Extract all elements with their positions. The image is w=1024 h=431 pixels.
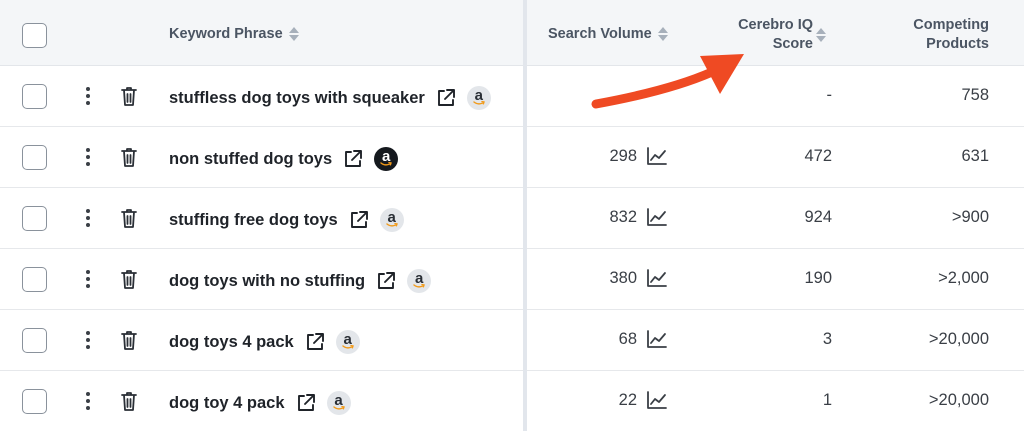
keyword-text: stuffless dog toys with squeaker <box>169 88 425 107</box>
amazon-icon[interactable]: a <box>374 147 399 171</box>
cerebro-iq-label-line2: Score <box>772 36 813 52</box>
trend-chart-icon[interactable] <box>646 268 668 288</box>
external-link-icon[interactable] <box>342 148 364 170</box>
row-checkbox[interactable] <box>22 206 47 231</box>
search-volume-value: 22 <box>618 391 637 409</box>
keyword-cell: dog toy 4 pack a <box>169 391 351 415</box>
trash-icon[interactable] <box>119 268 139 290</box>
competing-label-line1: Competing <box>913 17 989 33</box>
cerebro-iq-label-line1: Cerebro IQ <box>738 17 813 33</box>
table-row: non stuffed dog toys a 298 472 631 <box>0 127 1024 188</box>
competing-products-value: >20,000 <box>928 391 989 409</box>
keyword-table: Keyword Phrase Search Volume Cerebro IQ … <box>0 0 1024 431</box>
external-link-icon[interactable] <box>435 87 457 109</box>
keyword-text: non stuffed dog toys <box>169 149 333 168</box>
sort-icon[interactable] <box>657 26 668 42</box>
amazon-icon[interactable]: a <box>466 86 491 110</box>
search-volume-value: 68 <box>618 330 637 348</box>
external-link-icon[interactable] <box>304 331 326 353</box>
external-link-icon[interactable] <box>375 270 397 292</box>
search-volume-label: Search Volume <box>548 26 652 42</box>
kebab-icon[interactable] <box>80 329 96 351</box>
external-link-icon[interactable] <box>295 392 317 414</box>
cerebro-iq-value: 1 <box>822 391 832 409</box>
kebab-icon[interactable] <box>80 207 96 229</box>
column-search-volume[interactable]: Search Volume <box>548 25 668 44</box>
amazon-icon[interactable]: a <box>379 208 404 232</box>
trash-icon[interactable] <box>119 329 139 351</box>
keyword-phrase-label: Keyword Phrase <box>169 26 283 42</box>
competing-label-line2: Products <box>926 36 989 52</box>
amazon-icon[interactable]: a <box>335 330 360 354</box>
table-row: stuffing free dog toys a 832 924 >900 <box>0 188 1024 249</box>
search-volume-value: 380 <box>609 269 637 287</box>
cerebro-iq-value: 190 <box>804 269 832 287</box>
competing-products-value: 631 <box>961 147 989 165</box>
keyword-cell: dog toys with no stuffing a <box>169 269 432 293</box>
keyword-text: dog toys 4 pack <box>169 332 294 351</box>
row-checkbox[interactable] <box>22 328 47 353</box>
trash-icon[interactable] <box>119 85 139 107</box>
keyword-text: stuffing free dog toys <box>169 210 338 229</box>
column-cerebro-iq[interactable]: Cerebro IQ Score <box>737 16 813 54</box>
trend-chart-icon[interactable] <box>646 146 668 166</box>
row-checkbox[interactable] <box>22 389 47 414</box>
cerebro-iq-value: 472 <box>804 147 832 165</box>
competing-products-value: 758 <box>961 86 989 104</box>
table-header: Keyword Phrase Search Volume Cerebro IQ … <box>0 0 1024 66</box>
kebab-icon[interactable] <box>80 268 96 290</box>
column-divider[interactable] <box>523 0 527 431</box>
cerebro-iq-value: - <box>826 86 833 104</box>
trend-chart-icon[interactable] <box>646 329 668 349</box>
table-row: dog toy 4 pack a 22 1 >20,000 <box>0 371 1024 431</box>
row-checkbox[interactable] <box>22 267 47 292</box>
trash-icon[interactable] <box>119 207 139 229</box>
competing-products-value: >900 <box>951 208 989 226</box>
amazon-icon[interactable]: a <box>326 391 351 415</box>
search-volume-value: 832 <box>609 208 637 226</box>
table-row: stuffless dog toys with squeaker a - 758 <box>0 66 1024 127</box>
keyword-text: dog toy 4 pack <box>169 393 285 412</box>
column-competing-products[interactable]: Competing Products <box>900 16 989 54</box>
row-checkbox[interactable] <box>22 145 47 170</box>
select-all-checkbox[interactable] <box>22 23 47 48</box>
trash-icon[interactable] <box>119 146 139 168</box>
keyword-text: dog toys with no stuffing <box>169 271 366 290</box>
trend-chart-icon[interactable] <box>646 207 668 227</box>
external-link-icon[interactable] <box>348 209 370 231</box>
cerebro-iq-value: 924 <box>804 208 832 226</box>
keyword-cell: stuffing free dog toys a <box>169 208 404 232</box>
keyword-cell: dog toys 4 pack a <box>169 330 360 354</box>
amazon-icon[interactable]: a <box>407 269 432 293</box>
cerebro-iq-value: 3 <box>822 330 832 348</box>
trend-chart-icon[interactable] <box>646 390 668 410</box>
row-checkbox[interactable] <box>22 84 47 109</box>
competing-products-value: >2,000 <box>938 269 989 287</box>
search-volume-value: 298 <box>609 147 637 165</box>
keyword-cell: non stuffed dog toys a <box>169 147 399 171</box>
column-keyword-phrase[interactable]: Keyword Phrase <box>169 25 299 44</box>
kebab-icon[interactable] <box>80 390 96 412</box>
keyword-cell: stuffless dog toys with squeaker a <box>169 86 491 110</box>
kebab-icon[interactable] <box>80 85 96 107</box>
sort-icon[interactable] <box>816 27 826 43</box>
competing-products-value: >20,000 <box>928 330 989 348</box>
kebab-icon[interactable] <box>80 146 96 168</box>
table-row: dog toys with no stuffing a 380 190 >2,0… <box>0 249 1024 310</box>
trash-icon[interactable] <box>119 390 139 412</box>
sort-icon[interactable] <box>288 26 299 42</box>
table-row: dog toys 4 pack a 68 3 >20,000 <box>0 310 1024 371</box>
